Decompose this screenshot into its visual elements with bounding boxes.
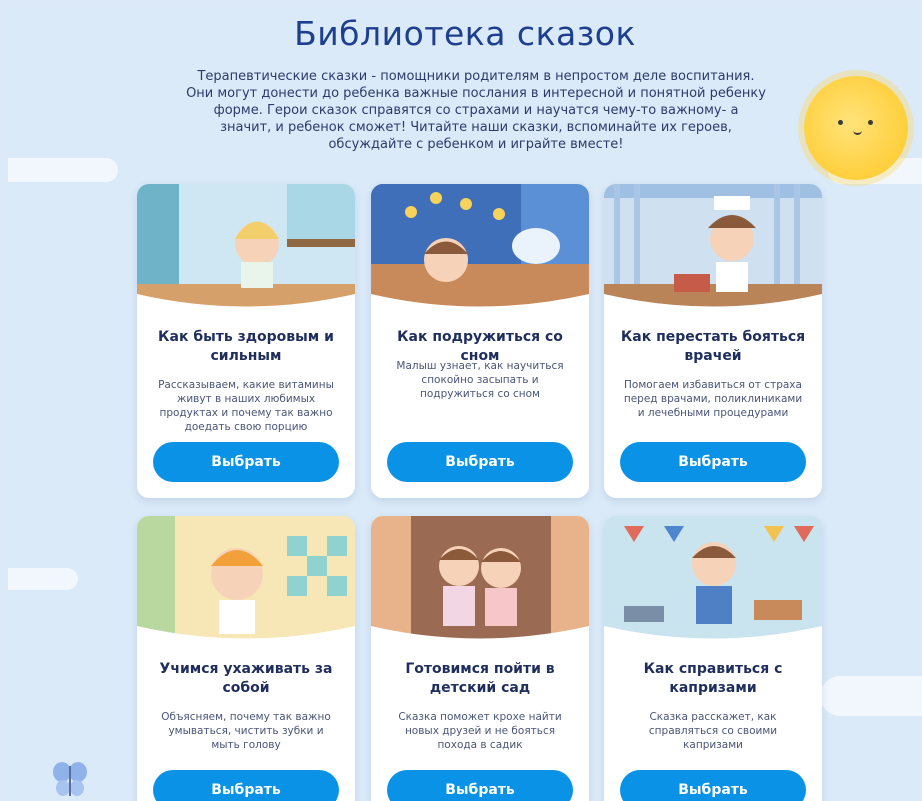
- sun-mouth: [853, 128, 862, 135]
- sun-icon: [804, 76, 908, 180]
- card-description: Сказка расскажет, как справляться со сво…: [648, 711, 778, 751]
- card-description: Сказка поможет крохе найти новых друзей …: [398, 711, 562, 751]
- card-title: Как справиться с капризами: [643, 661, 783, 696]
- card-description: Рассказываем, какие витамины живут в наш…: [158, 379, 334, 433]
- intro-text: Терапевтические сказки - помощники родит…: [186, 69, 766, 152]
- card-description: Объясняем, почему так важно умываться, ч…: [161, 711, 331, 751]
- story-card[interactable]: Как подружиться со сном Малыш узнает, ка…: [371, 184, 589, 498]
- card-description: Помогаем избавиться от страха перед врач…: [623, 379, 803, 419]
- choose-button[interactable]: Выбрать: [387, 770, 573, 801]
- story-illustration: [604, 184, 822, 314]
- sun-eye: [838, 120, 843, 125]
- cloud-decoration: [820, 676, 922, 716]
- card-title: Как быть здоровым и сильным: [158, 329, 334, 364]
- card-title: Как перестать бояться врачей: [620, 329, 806, 364]
- cloud-decoration: [8, 158, 118, 182]
- page-background: Библиотека сказок Терапевтические сказки…: [8, 8, 922, 801]
- story-illustration: [371, 184, 589, 314]
- choose-button[interactable]: Выбрать: [620, 770, 806, 801]
- choose-button[interactable]: Выбрать: [153, 442, 339, 482]
- story-card[interactable]: Как быть здоровым и сильным Рассказываем…: [137, 184, 355, 498]
- butterfly-icon: [52, 760, 88, 801]
- story-card[interactable]: Как перестать бояться врачей Помогаем из…: [604, 184, 822, 498]
- story-illustration: [137, 516, 355, 646]
- cloud-decoration: [8, 568, 78, 590]
- page-title: Библиотека сказок: [294, 14, 636, 53]
- card-title: Учимся ухаживать за собой: [159, 661, 333, 696]
- story-card[interactable]: Как справиться с капризами Сказка расска…: [604, 516, 822, 801]
- choose-button[interactable]: Выбрать: [153, 770, 339, 801]
- choose-button[interactable]: Выбрать: [387, 442, 573, 482]
- card-title: Готовимся пойти в детский сад: [405, 661, 555, 696]
- choose-button[interactable]: Выбрать: [620, 442, 806, 482]
- sun-eye: [868, 120, 873, 125]
- story-card[interactable]: Готовимся пойти в детский сад Сказка пом…: [371, 516, 589, 801]
- card-description: Малыш узнает, как научиться спокойно зас…: [396, 360, 564, 400]
- story-illustration: [371, 516, 589, 646]
- story-card[interactable]: Учимся ухаживать за собой Объясняем, поч…: [137, 516, 355, 801]
- story-illustration: [137, 184, 355, 314]
- story-illustration: [604, 516, 822, 646]
